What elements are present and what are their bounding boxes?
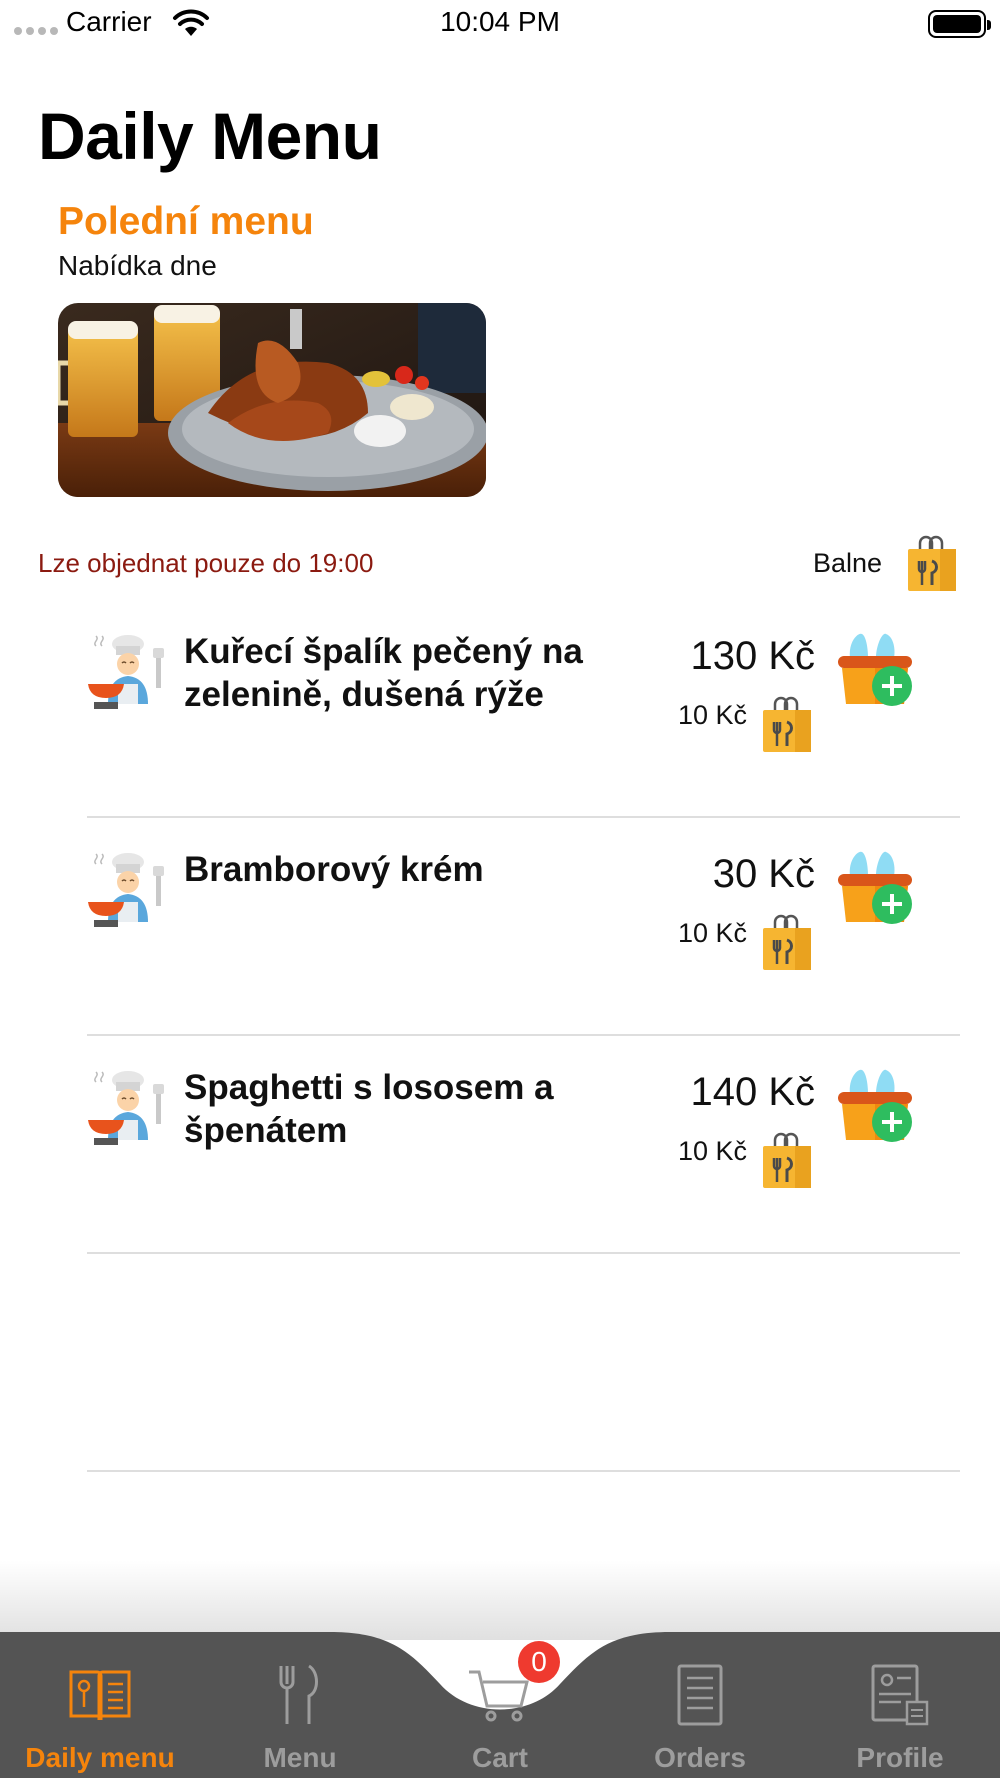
- dish-name: Kuřecí špalík pečený na zelenině, dušená…: [184, 632, 583, 714]
- tab-orders[interactable]: Orders: [600, 1632, 800, 1778]
- tab-daily-menu[interactable]: Daily menu: [0, 1632, 200, 1778]
- takeaway-bag-icon[interactable]: [761, 696, 813, 754]
- section-title: Polední menu: [58, 200, 314, 243]
- status-time: 10:04 PM: [440, 6, 560, 37]
- add-to-basket-icon[interactable]: [834, 628, 916, 710]
- divider: [87, 1470, 960, 1472]
- takeaway-bag-icon[interactable]: [906, 535, 958, 593]
- section-subtitle: Nabídka dne: [58, 250, 217, 281]
- packaging-price: 10 Kč: [677, 918, 747, 948]
- list-item[interactable]: Bramborový krém 30 Kč 10 Kč: [0, 818, 1000, 1036]
- cart-count-badge: 0: [518, 1641, 560, 1683]
- packaging-price: 10 Kč: [677, 700, 747, 730]
- add-to-basket-icon[interactable]: [834, 1064, 916, 1146]
- dish-price: 140 Kč: [690, 1070, 815, 1114]
- dish-name: Spaghetti s lososem a špenátem: [184, 1068, 554, 1150]
- open-menu-book-icon: [69, 1670, 131, 1721]
- profile-card-icon: [871, 1664, 929, 1726]
- list-item[interactable]: Kuřecí špalík pečený na zelenině, dušená…: [0, 600, 1000, 818]
- fork-knife-icon: [279, 1664, 318, 1724]
- order-deadline-notice: Lze objednat pouze do 19:00: [38, 548, 374, 578]
- takeaway-bag-icon[interactable]: [761, 1132, 813, 1190]
- tab-label: Daily menu: [25, 1742, 175, 1773]
- tab-cart[interactable]: Cart: [400, 1632, 600, 1778]
- chef-icon: [86, 632, 168, 712]
- tab-label: Profile: [856, 1742, 944, 1773]
- dish-price: 30 Kč: [712, 852, 815, 896]
- daily-menu-list: Kuřecí špalík pečený na zelenině, dušená…: [0, 600, 1000, 1472]
- tab-profile[interactable]: Profile: [800, 1632, 1000, 1778]
- order-list-icon: [677, 1664, 723, 1726]
- chef-icon: [86, 850, 168, 930]
- dish-price: 130 Kč: [690, 634, 815, 678]
- page-title: Daily Menu: [38, 99, 382, 173]
- packaging-price: 10 Kč: [677, 1136, 747, 1166]
- battery-icon: [928, 10, 991, 38]
- tab-label: Cart: [471, 1742, 528, 1773]
- tab-label: Orders: [654, 1742, 746, 1773]
- empty-list-row: [0, 1254, 1000, 1472]
- add-to-basket-icon[interactable]: [834, 846, 916, 928]
- tab-label: Menu: [263, 1742, 337, 1773]
- daily-menu-photo: [58, 303, 486, 497]
- dish-name: Bramborový krém: [184, 850, 484, 889]
- takeaway-bag-icon[interactable]: [761, 914, 813, 972]
- chef-icon: [86, 1068, 168, 1148]
- packaging-label: Balne: [813, 548, 883, 578]
- tabbar-shadow: [0, 1560, 1000, 1640]
- list-item[interactable]: Spaghetti s lososem a špenátem 140 Kč 10…: [0, 1036, 1000, 1254]
- status-bar: Carrier 10:04 PM: [0, 0, 1000, 48]
- tab-menu[interactable]: Menu: [200, 1632, 400, 1778]
